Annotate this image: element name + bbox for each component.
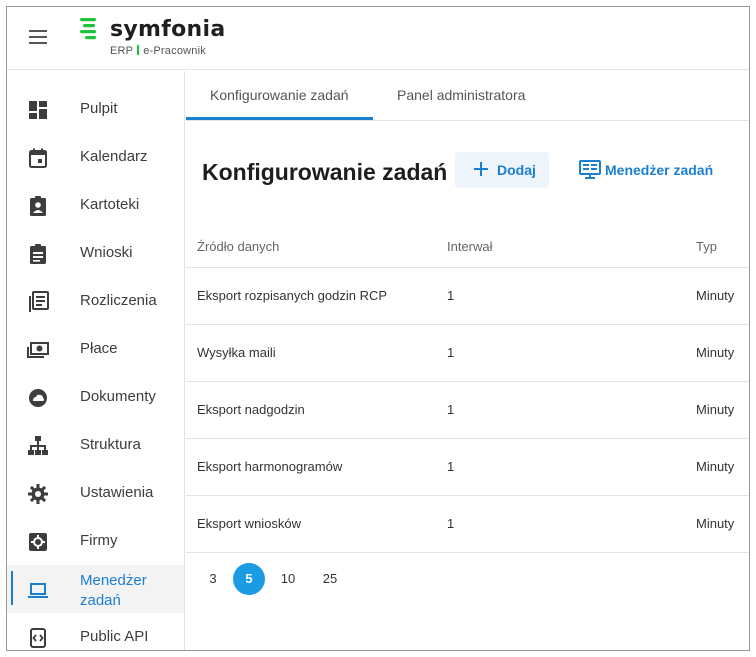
ledger-icon [29, 291, 49, 312]
table-row[interactable]: Eksport wniosków 1 Minuty [186, 495, 749, 552]
add-button[interactable]: Dodaj [455, 152, 549, 188]
id-badge-icon [30, 196, 46, 216]
sidebar-item-public-api[interactable]: Public API [7, 613, 184, 650]
sidebar-item-kalendarz[interactable]: Kalendarz [7, 133, 184, 181]
calendar-icon [29, 148, 47, 168]
sidebar-item-label: Dokumenty [80, 388, 156, 405]
app-header: symfonia ERP e-Pracownik [7, 7, 749, 70]
main-content: Konfigurowanie zadań Panel administrator… [186, 71, 749, 650]
cell-type: Minuty [696, 402, 735, 417]
task-manager-button-label: Menedżer zadań [605, 162, 714, 178]
clipboard-icon [30, 244, 46, 264]
plus-icon [474, 162, 488, 176]
sidebar-item-label: Pulpit [80, 100, 118, 117]
sidebar-item-label: Firmy [80, 532, 118, 549]
table-row[interactable]: Wysyłka maili 1 Minuty [186, 324, 749, 381]
table-row[interactable]: Eksport rozpisanych godzin RCP 1 Minuty [186, 267, 749, 324]
sidebar-item-ustawienia[interactable]: Ustawienia [7, 469, 184, 517]
table-bottom-border [186, 552, 749, 553]
page-size-option[interactable]: 3 [197, 563, 229, 595]
sidebar-item-kartoteki[interactable]: Kartoteki [7, 181, 184, 229]
cell-type: Minuty [696, 288, 735, 303]
sidebar-item-label: Wnioski [80, 244, 133, 261]
money-icon [27, 342, 49, 358]
column-header-type[interactable]: Typ [696, 239, 717, 254]
company-icon [29, 533, 47, 551]
sidebar-item-pulpit[interactable]: Pulpit [7, 85, 184, 133]
sidebar-item-label: Kalendarz [80, 148, 148, 165]
brand-name: symfonia [110, 17, 226, 42]
sidebar-item-wnioski[interactable]: Wnioski [7, 229, 184, 277]
cell-interval: 1 [447, 288, 455, 303]
tab-bar: Konfigurowanie zadań Panel administrator… [186, 71, 749, 121]
sidebar-item-label: Ustawienia [80, 484, 154, 501]
page-size-option-selected[interactable]: 5 [233, 563, 265, 595]
cloud-icon [29, 389, 47, 407]
active-tab-indicator [186, 117, 373, 120]
sidebar-item-firmy[interactable]: Firmy [7, 517, 184, 565]
active-indicator [11, 571, 13, 605]
cell-source: Eksport rozpisanych godzin RCP [197, 288, 388, 303]
tab-panel-administratora[interactable]: Panel administratora [397, 87, 525, 103]
sidebar-item-rozliczenia[interactable]: Rozliczenia [7, 277, 184, 325]
page-size-option[interactable]: 25 [314, 563, 346, 595]
code-icon [30, 628, 46, 648]
laptop-icon [28, 583, 48, 598]
sidebar-item-menedzer-zadan[interactable]: Menedżer zadań [7, 565, 184, 613]
page-title: Konfigurowanie zadań [202, 159, 448, 185]
table-row[interactable]: Eksport harmonogramów 1 Minuty [186, 438, 749, 495]
cell-interval: 1 [447, 516, 455, 531]
cell-type: Minuty [696, 459, 735, 474]
table-header: Źródło danych Interwał Typ [186, 221, 749, 267]
monitor-icon [579, 160, 601, 179]
sidebar-item-place[interactable]: Płace [7, 325, 184, 373]
sidebar-item-label: Kartoteki [80, 196, 140, 213]
task-manager-button[interactable]: Menedżer zadań [577, 152, 717, 188]
cell-source: Wysyłka maili [197, 345, 276, 360]
sidebar-item-label: Menedżer zadań [80, 572, 147, 609]
cell-interval: 1 [447, 345, 455, 360]
cell-source: Eksport nadgodzin [197, 402, 305, 417]
sidebar-item-label: Struktura [80, 436, 141, 453]
brand-sub-product: e-Pracownik [143, 45, 206, 57]
sidebar: Pulpit Kalendarz Kartoteki Wnioski Rozli… [7, 71, 185, 650]
dashboard-icon [29, 101, 47, 119]
gear-icon [28, 484, 48, 504]
symfonia-logo-icon [80, 18, 96, 40]
sidebar-item-dokumenty[interactable]: Dokumenty [7, 373, 184, 421]
cell-type: Minuty [696, 516, 735, 531]
sidebar-item-label: Public API [80, 628, 149, 645]
cell-interval: 1 [447, 402, 455, 417]
org-chart-icon [28, 436, 48, 455]
cell-type: Minuty [696, 345, 735, 360]
cell-source: Eksport harmonogramów [197, 459, 343, 474]
column-header-interval[interactable]: Interwał [447, 239, 493, 254]
sidebar-item-struktura[interactable]: Struktura [7, 421, 184, 469]
brand-sub-erp: ERP [110, 45, 134, 57]
menu-icon[interactable] [29, 30, 47, 44]
table-row[interactable]: Eksport nadgodzin 1 Minuty [186, 381, 749, 438]
tab-konfigurowanie-zadan[interactable]: Konfigurowanie zadań [210, 87, 349, 103]
brand-subtitle: ERP e-Pracownik [110, 45, 206, 57]
page-size-option[interactable]: 10 [272, 563, 304, 595]
sidebar-item-label: Płace [80, 340, 118, 357]
add-button-label: Dodaj [497, 162, 536, 178]
page-size-selector: 3 5 10 25 [186, 563, 749, 597]
cell-source: Eksport wniosków [197, 516, 302, 531]
app-window: symfonia ERP e-Pracownik Pulpit Kalendarz [6, 6, 750, 651]
sidebar-item-label: Rozliczenia [80, 292, 157, 309]
cell-interval: 1 [447, 459, 455, 474]
column-header-source[interactable]: Źródło danych [197, 239, 279, 254]
